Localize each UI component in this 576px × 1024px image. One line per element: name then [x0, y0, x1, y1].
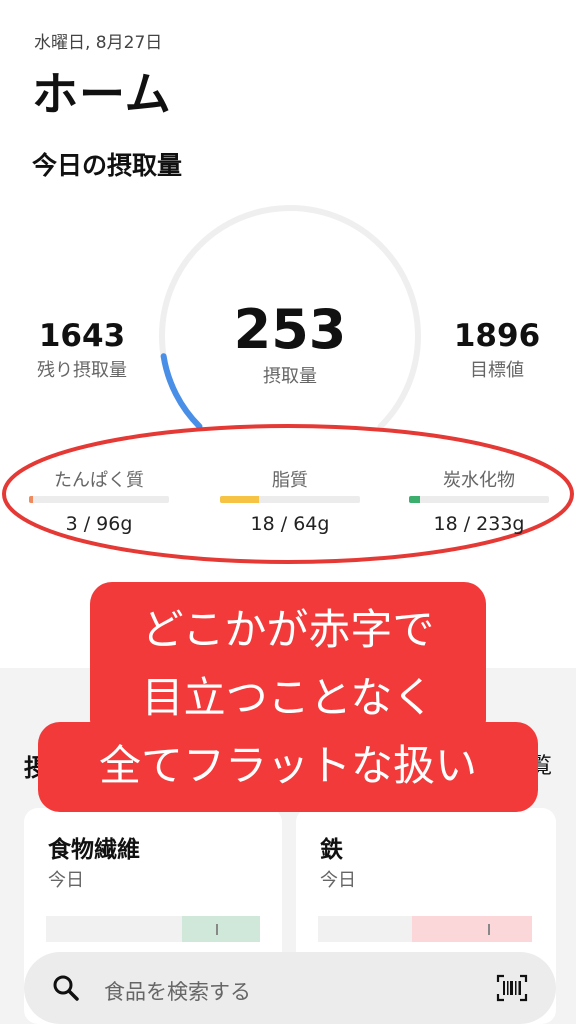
intake-section-title: 今日の摂取量 — [32, 151, 183, 180]
nutrient-card-subtitle: 今日 — [320, 870, 356, 891]
macro-carbs-value: 18 / 233g — [433, 513, 525, 535]
macro-carbs-bar — [409, 496, 549, 503]
nutrient-range-bar — [318, 916, 532, 942]
target-calories-value: 1896 — [453, 318, 541, 354]
macro-carbs-label: 炭水化物 — [443, 470, 515, 491]
macro-protein-value: 3 / 96g — [65, 513, 133, 535]
consumed-calories-value: 253 — [233, 298, 347, 361]
nutrient-range-bar — [46, 916, 260, 942]
nutrients-section-title: 摂 — [24, 754, 48, 782]
annotation-line-1: どこかが赤字で — [141, 605, 435, 654]
macro-fat-bar-fill — [220, 496, 260, 503]
remaining-calories-value: 1643 — [38, 318, 126, 354]
macro-protein: たんぱく質 3 / 96g — [29, 466, 169, 535]
macro-protein-bar-fill — [29, 496, 34, 503]
nutrient-card-title: 鉄 — [320, 837, 343, 863]
macro-carbs-bar-fill — [409, 496, 421, 503]
consumed-calories-label: 摂取量 — [263, 366, 317, 387]
search-placeholder: 食品を検索する — [104, 980, 251, 1004]
date-label: 水曜日, 8月27日 — [34, 33, 163, 53]
macro-protein-bar — [29, 496, 169, 503]
food-search-bar[interactable]: 食品を検索する — [24, 952, 556, 1024]
page-title: ホーム — [32, 67, 172, 121]
barcode-scan-icon[interactable] — [496, 974, 528, 1002]
consumed-calories: 253 摂取量 — [200, 300, 380, 388]
nutrient-marker — [488, 924, 490, 935]
remaining-calories-label: 残り摂取量 — [37, 360, 127, 381]
macro-fat: 脂質 18 / 64g — [220, 466, 360, 535]
calorie-ring-progress — [160, 353, 203, 430]
remaining-calories: 1643 残り摂取量 — [22, 318, 142, 382]
macro-protein-label: たんぱく質 — [54, 470, 144, 491]
macro-fat-value: 18 / 64g — [250, 513, 330, 535]
macro-fat-bar — [220, 496, 360, 503]
target-calories: 1896 目標値 — [437, 318, 557, 382]
macro-fat-label: 脂質 — [272, 470, 308, 491]
nutrients-see-all-link[interactable]: 覧 — [530, 748, 552, 780]
nutrient-target-zone — [412, 916, 532, 942]
nutrient-target-zone — [182, 916, 260, 942]
macro-carbs: 炭水化物 18 / 233g — [409, 466, 549, 535]
nutrient-card-title: 食物繊維 — [48, 837, 140, 863]
target-calories-label: 目標値 — [470, 360, 524, 381]
nutrient-card-subtitle: 今日 — [48, 870, 84, 891]
search-icon — [53, 975, 79, 1001]
nutrient-marker — [216, 924, 218, 935]
